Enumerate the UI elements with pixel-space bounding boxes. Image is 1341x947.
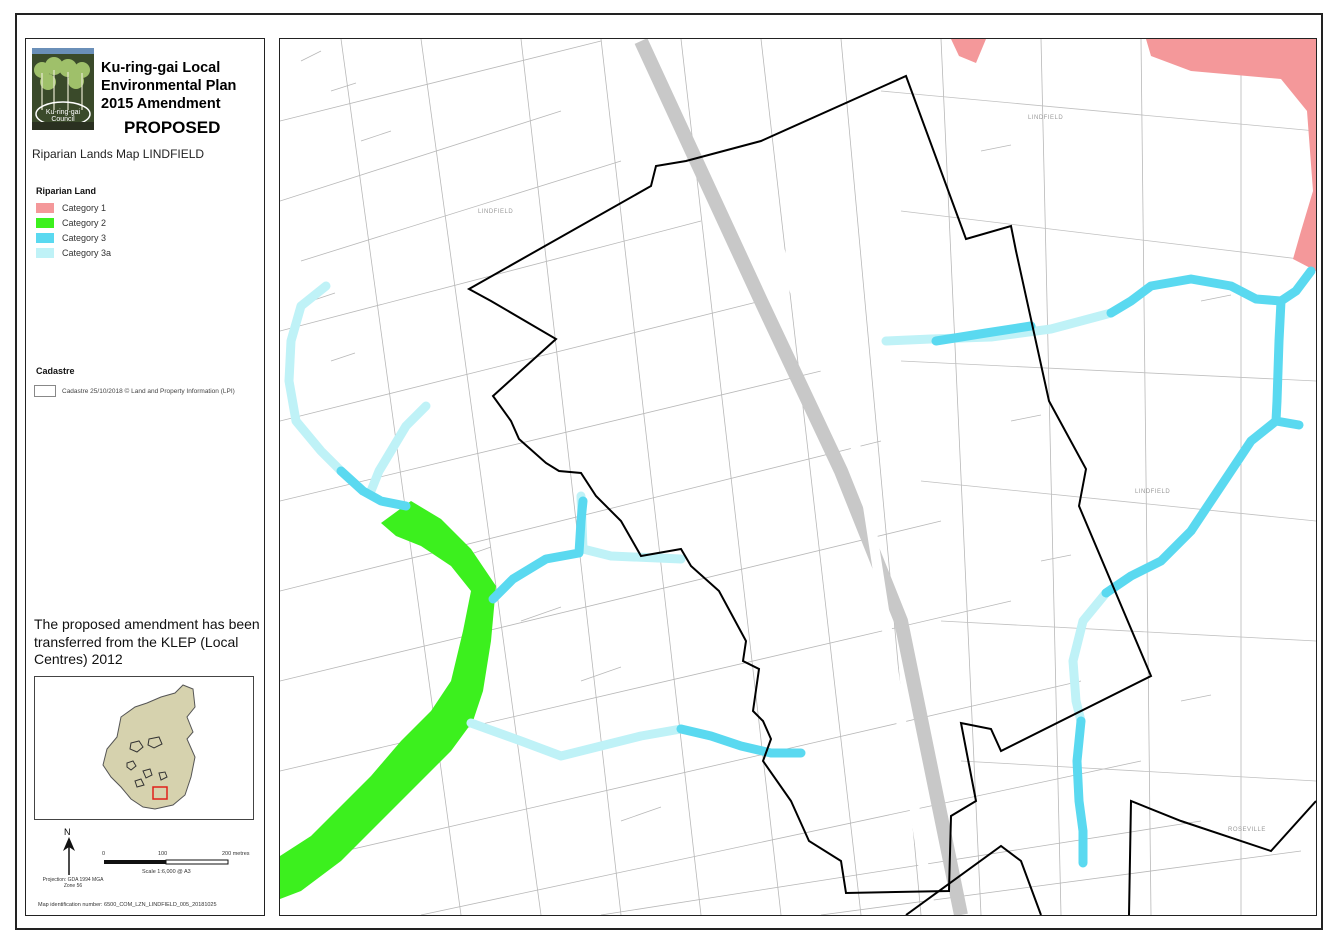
legend-item-category-2: Category 2: [36, 217, 106, 229]
category-3-label: Category 3: [62, 233, 107, 243]
scale-bar-graphic: [104, 859, 229, 865]
legend-item-cadastre: Cadastre 25/10/2018 © Land and Property …: [34, 385, 235, 397]
scale-tick-100: 100: [158, 851, 168, 857]
plan-title: Ku-ring-gai Local Environmental Plan 201…: [101, 59, 266, 113]
cadastre-parcels: [280, 39, 1316, 915]
projection-note: Projection: GDA 1994 MGA Zone 56: [42, 877, 104, 889]
cadastre-label: Cadastre 25/10/2018 © Land and Property …: [62, 387, 235, 395]
cadastre-swatch: [34, 385, 56, 397]
cadastre-heading: Cadastre: [36, 366, 75, 376]
proposed-status: PROPOSED: [124, 118, 221, 137]
category-3a-swatch: [36, 248, 54, 258]
logo-text-1: Ku-ring-gai: [46, 109, 81, 116]
category-3a-label: Category 3a: [62, 248, 112, 258]
map-name: Riparian Lands Map LINDFIELD: [32, 147, 205, 161]
legend-item-category-3a: Category 3a: [36, 247, 111, 259]
lga-boundary: [102, 684, 196, 810]
scale-text: Scale 1:6,000 @ A3: [142, 869, 191, 875]
legend-panel: Ku-ring-gai Council Ku-ring-gai Local En…: [25, 38, 265, 916]
boundary-segment-southeast: [1128, 799, 1316, 915]
main-map[interactable]: LINDFIELD LINDFIELD LINDFIELD ROSEVILLE: [279, 38, 1317, 916]
north-label: N: [64, 827, 71, 837]
logo-text-2: Council: [51, 116, 75, 123]
category-1-swatch: [36, 203, 54, 213]
category-1-area-right: [1146, 39, 1316, 271]
map-id: Map identification number: 6500_COM_LZN_…: [38, 902, 217, 908]
lindfield-centre-boundary: [466, 74, 1153, 895]
category-1-label: Category 1: [62, 203, 107, 213]
title-line-1: Ku-ring-gai Local: [101, 60, 221, 76]
scale-bar: 0 100 200 metres Scale 1:6,000 @ A3: [102, 847, 262, 877]
category-2-label: Category 2: [62, 218, 107, 228]
legend-item-category-3: Category 3: [36, 232, 106, 244]
category-2-creek: [280, 501, 496, 899]
map-canvas[interactable]: [280, 39, 1316, 915]
locator-inset-map: [34, 676, 254, 820]
category-3-swatch: [36, 233, 54, 243]
amendment-note: The proposed amendment has been transfer…: [34, 616, 260, 667]
riparian-heading: Riparian Land: [36, 186, 97, 196]
category-1-area-top: [951, 39, 986, 63]
street-label-3: LINDFIELD: [1135, 489, 1171, 495]
street-label-2: LINDFIELD: [1028, 115, 1064, 121]
council-logo: Ku-ring-gai Council: [32, 48, 94, 130]
title-line-2: Environmental Plan: [101, 78, 237, 94]
locator-map-graphic: [102, 684, 196, 810]
legend-item-category-1: Category 1: [36, 202, 106, 214]
scale-tick-0: 0: [102, 851, 106, 857]
scale-tick-200: 200 metres: [222, 851, 250, 857]
title-line-3: 2015 Amendment: [101, 96, 221, 112]
street-label-4: ROSEVILLE: [1228, 827, 1266, 833]
street-label-1: LINDFIELD: [478, 209, 514, 215]
category-2-swatch: [36, 218, 54, 228]
